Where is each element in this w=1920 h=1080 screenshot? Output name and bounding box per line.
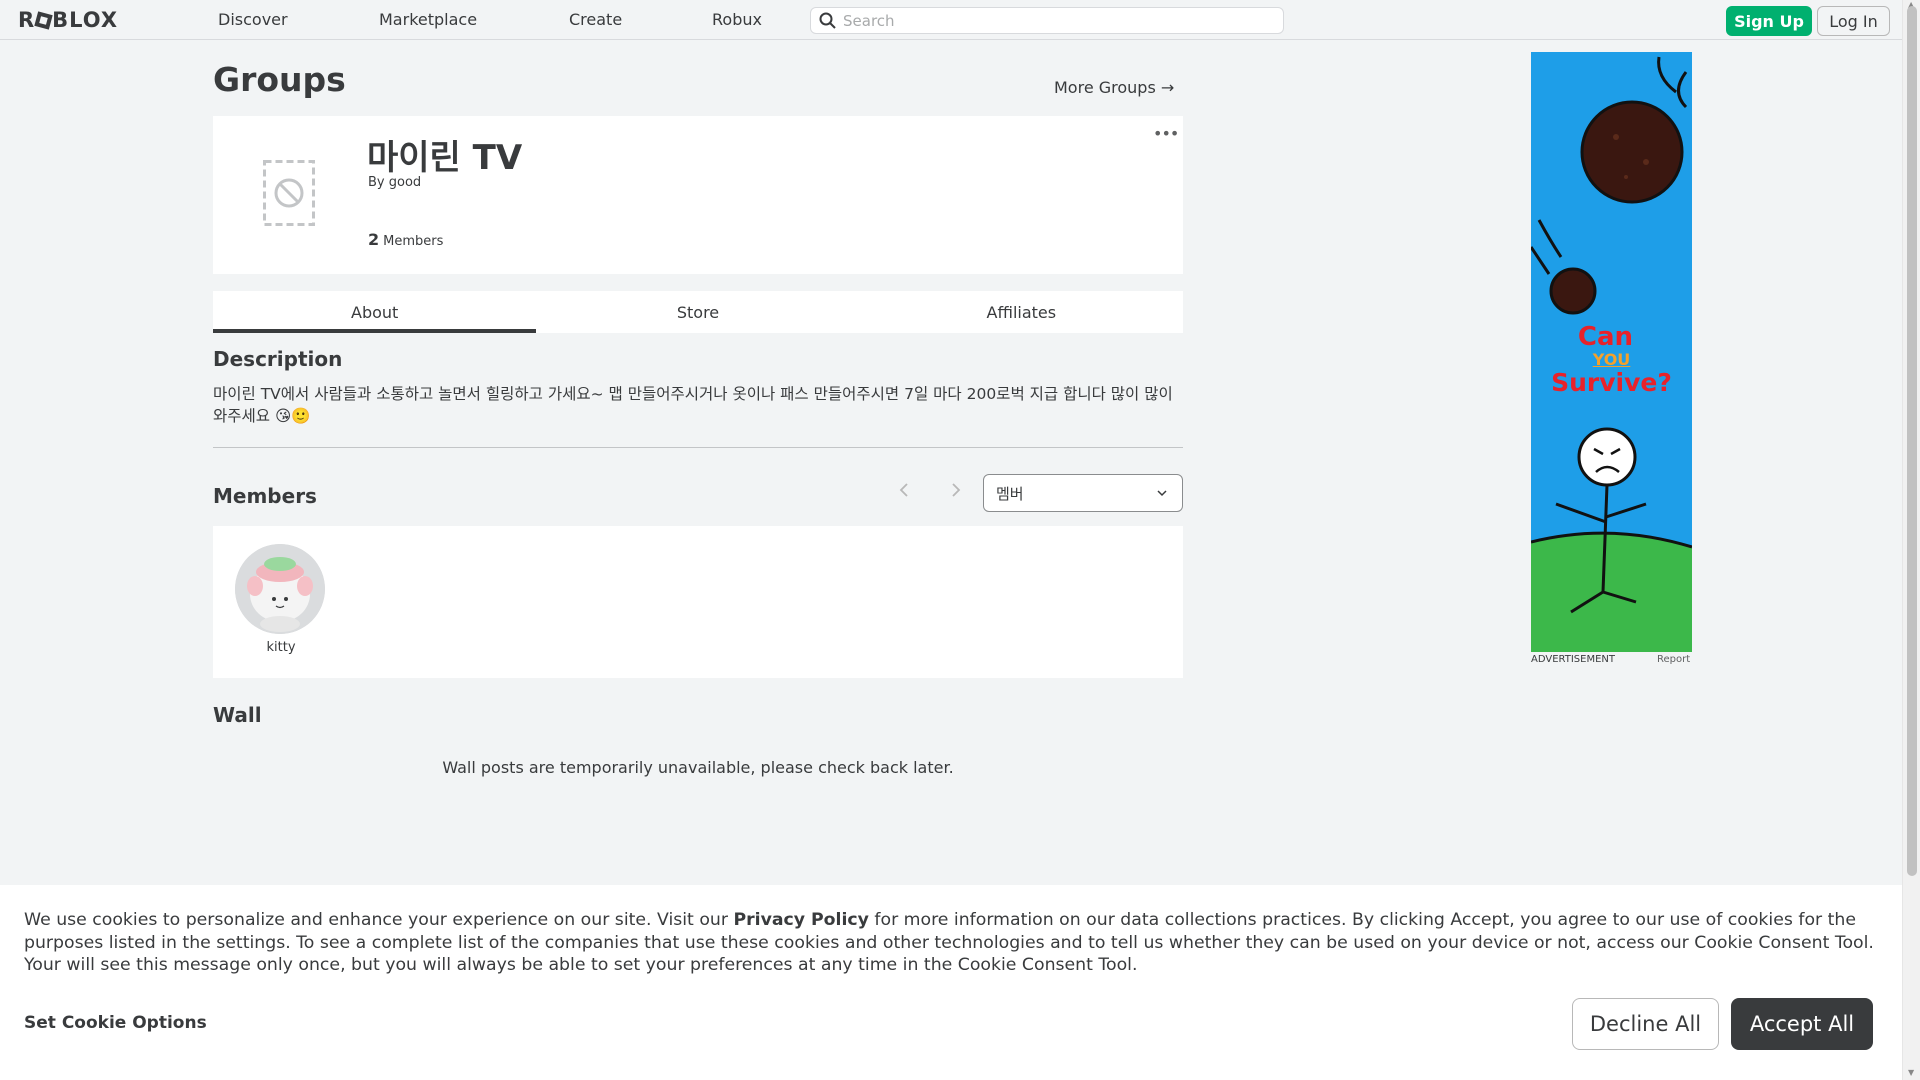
- group-owner-link[interactable]: good: [389, 175, 421, 190]
- advertisement-banner[interactable]: Can YOU Survive?: [1531, 52, 1692, 652]
- next-page-icon[interactable]: [950, 481, 962, 499]
- cookie-consent-text: We use cookies to personalize and enhanc…: [24, 909, 1886, 977]
- avatar-image: [235, 544, 325, 634]
- ad-line-2: YOU: [1592, 350, 1631, 369]
- group-thumbnail-placeholder-icon: [263, 160, 315, 226]
- description-text: 마이린 TV에서 사람들과 소통하고 놀면서 힐링하고 가세요~ 맵 만들어주시…: [213, 385, 1173, 425]
- role-dropdown-value: 멤버: [996, 484, 1024, 503]
- more-options-icon[interactable]: •••: [1153, 124, 1179, 143]
- advertisement-label: ADVERTISEMENT: [1531, 654, 1616, 665]
- top-navigation-bar: R BLOX Discover Marketplace Create Robux …: [0, 0, 1902, 40]
- wall-heading: Wall: [213, 703, 262, 727]
- group-header-card: 마이린 TV By good 2 Members •••: [213, 116, 1183, 274]
- cookie-text-part-1: We use cookies to personalize and enhanc…: [24, 910, 734, 930]
- cookie-consent-banner: We use cookies to personalize and enhanc…: [0, 885, 1902, 1080]
- role-dropdown[interactable]: 멤버: [983, 474, 1183, 512]
- tab-about[interactable]: About: [213, 291, 537, 333]
- wall-unavailable-message: Wall posts are temporarily unavailable, …: [442, 758, 954, 777]
- search-input[interactable]: [843, 11, 1283, 30]
- ad-headline: Can YOU Survive?: [1531, 324, 1692, 395]
- member-name[interactable]: kitty: [235, 640, 327, 655]
- page-scrollbar[interactable]: ▲ ▼: [1902, 0, 1920, 1080]
- members-list: kitty: [213, 526, 1183, 678]
- nav-robux[interactable]: Robux: [712, 10, 762, 29]
- report-ad-link[interactable]: Report: [1657, 654, 1690, 665]
- member-avatar[interactable]: [235, 544, 325, 634]
- section-divider: [213, 447, 1183, 448]
- members-heading: Members: [213, 484, 317, 508]
- tab-store[interactable]: Store: [536, 291, 859, 333]
- scroll-down-arrow-icon[interactable]: ▼: [1908, 1068, 1914, 1077]
- roblox-logo[interactable]: R BLOX: [18, 8, 118, 32]
- set-cookie-options-link[interactable]: Set Cookie Options: [24, 1013, 207, 1033]
- page-title: Groups: [213, 60, 346, 99]
- search-box: [810, 7, 1284, 34]
- sign-up-button[interactable]: Sign Up: [1726, 6, 1812, 36]
- accept-all-button[interactable]: Accept All: [1731, 998, 1873, 1050]
- search-icon: [819, 12, 836, 29]
- log-in-button[interactable]: Log In: [1817, 6, 1890, 36]
- more-groups-link[interactable]: More Groups →: [1054, 78, 1174, 97]
- scrollbar-thumb[interactable]: [1907, 6, 1917, 876]
- group-owner-line: By good: [368, 175, 421, 190]
- ad-line-1: Can: [1577, 322, 1634, 352]
- prev-page-icon[interactable]: [898, 481, 910, 499]
- group-member-count: 2 Members: [368, 230, 443, 249]
- member-count-value: 2: [368, 230, 380, 249]
- by-label: By: [368, 175, 385, 190]
- ad-line-3: Survive?: [1551, 368, 1672, 397]
- group-tabs: About Store Affiliates: [213, 291, 1183, 333]
- nav-discover[interactable]: Discover: [218, 10, 288, 29]
- description-heading: Description: [213, 347, 343, 371]
- nav-create[interactable]: Create: [569, 10, 622, 29]
- nav-marketplace[interactable]: Marketplace: [379, 10, 477, 29]
- member-item[interactable]: kitty: [235, 544, 327, 655]
- member-count-label: Members: [383, 234, 444, 249]
- decline-all-button[interactable]: Decline All: [1572, 998, 1719, 1050]
- group-name: 마이린 TV: [367, 138, 523, 178]
- tab-affiliates[interactable]: Affiliates: [860, 291, 1183, 333]
- privacy-policy-link[interactable]: Privacy Policy: [733, 910, 868, 930]
- chevron-down-icon: [1157, 490, 1167, 497]
